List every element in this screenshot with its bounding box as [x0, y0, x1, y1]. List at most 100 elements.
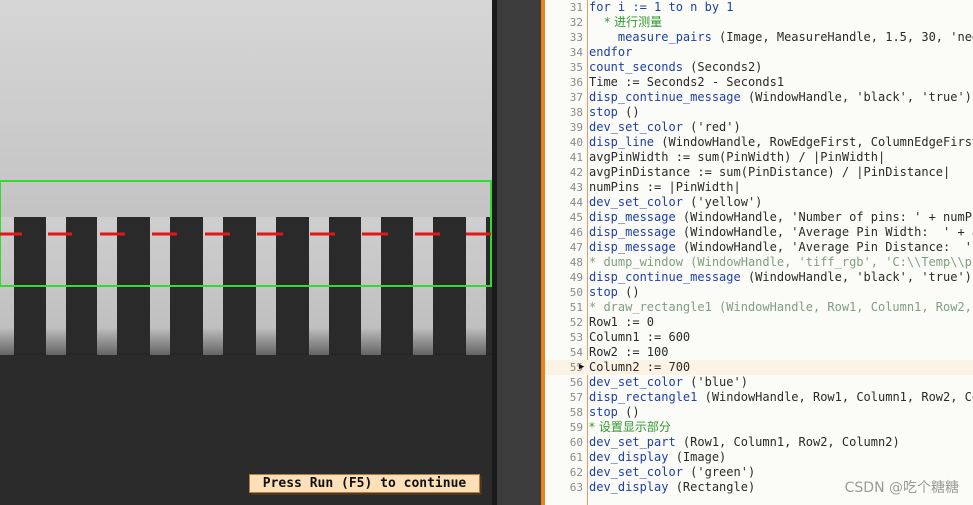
operator-token: count_seconds — [589, 60, 683, 74]
code-line[interactable]: 56 dev_set_color ('blue') — [545, 375, 973, 390]
graphics-window[interactable]: Press Run (F5) to continue — [0, 0, 492, 505]
operator-token: dev_set_color — [589, 465, 683, 479]
line-number: 41 — [569, 151, 583, 164]
code-text: Time := Seconds2 - Seconds1 — [589, 75, 785, 89]
pin-image — [0, 0, 492, 505]
code-text: dev_set_color ('blue') — [589, 375, 748, 389]
line-number: 46 — [569, 226, 583, 239]
code-line[interactable]: 43 numPins := |PinWidth| — [545, 180, 973, 195]
code-line[interactable]: 35 count_seconds (Seconds2) — [545, 60, 973, 75]
line-number: 42 — [569, 166, 583, 179]
code-text: stop () — [589, 105, 640, 119]
code-line[interactable]: 36 Time := Seconds2 - Seconds1 — [545, 75, 973, 90]
program-editor[interactable]: 31 for i := 1 to n by 1 32 * 进行测量 33 measur… — [545, 0, 973, 505]
code-line[interactable]: 33 measure_pairs (Image, MeasureHandle, … — [545, 30, 973, 45]
code-line[interactable]: 59 * 设置显示部分 — [545, 420, 973, 435]
line-number: 44 — [569, 196, 583, 209]
line-number: 54 — [569, 346, 583, 359]
code-text: Row2 := 100 — [589, 345, 669, 359]
code-line[interactable]: 50 stop () — [545, 285, 973, 300]
code-line[interactable]: 40 disp_line (WindowHandle, RowEdgeFirst,… — [545, 135, 973, 150]
line-number: 38 — [569, 106, 583, 119]
code-line[interactable]: 37 disp_continue_message (WindowHandle, '… — [545, 90, 973, 105]
program-counter-icon: ▶ — [579, 362, 585, 372]
code-text: disp_continue_message (WindowHandle, 'bl… — [589, 90, 972, 104]
line-number: 40 — [569, 136, 583, 149]
operator-token: stop — [589, 105, 618, 119]
line-number: 53 — [569, 331, 583, 344]
code-line[interactable]: 49 disp_continue_message (WindowHandle, '… — [545, 270, 973, 285]
code-text: dev_display (Image) — [589, 450, 727, 464]
line-number: 60 — [569, 436, 583, 449]
code-text: disp_message (WindowHandle, 'Number of p… — [589, 210, 973, 224]
line-number: 52 — [569, 316, 583, 329]
operator-token: disp_line — [589, 135, 655, 149]
code-line[interactable]: 57 disp_rectangle1 (WindowHandle, Row1, C… — [545, 390, 973, 405]
operator-token: disp_continue_message — [589, 270, 741, 284]
code-line[interactable]: 44 dev_set_color ('yellow') — [545, 195, 973, 210]
code-line[interactable]: 47 disp_message (WindowHandle, 'Average P… — [545, 240, 973, 255]
code-text: stop () — [589, 285, 640, 299]
line-number: 57 — [569, 391, 583, 404]
code-text: dev_set_color ('green') — [589, 465, 756, 479]
code-line[interactable]: 31 for i := 1 to n by 1 — [545, 0, 973, 15]
code-line[interactable]: 38 stop () — [545, 105, 973, 120]
line-number: 63 — [569, 481, 583, 494]
code-line[interactable]: 42 avgPinDistance := sum(PinDistance) / |… — [545, 165, 973, 180]
operator-token: dev_display — [589, 480, 669, 494]
operator-token: measure_pairs — [617, 30, 712, 44]
code-line[interactable]: 46 disp_message (WindowHandle, 'Average P… — [545, 225, 973, 240]
code-text: disp_continue_message (WindowHandle, 'bl… — [589, 270, 972, 284]
line-number: 50 — [569, 286, 583, 299]
operator-token: dev_set_color — [589, 195, 683, 209]
code-text: numPins := |PinWidth| — [589, 180, 741, 194]
watermark: CSDN @吃个糖糖 — [844, 480, 959, 496]
code-text: endfor — [589, 45, 632, 60]
line-number: 37 — [569, 91, 583, 104]
code-text: disp_message (WindowHandle, 'Average Pin… — [589, 240, 973, 254]
code-text: * 进行测量 — [604, 15, 663, 29]
code-text: dev_set_color ('red') — [589, 120, 741, 134]
operator-token: dev_set_color — [589, 375, 683, 389]
code-line[interactable]: 58 stop () — [545, 405, 973, 420]
line-number: 48 — [569, 256, 583, 269]
line-number: 31 — [569, 1, 583, 14]
operator-token: dev_set_part — [589, 435, 676, 449]
code-line[interactable]: 48 * dump_window (WindowHandle, 'tiff_rgb… — [545, 255, 973, 270]
line-number: 45 — [569, 211, 583, 224]
operator-token: dev_display — [589, 450, 669, 464]
code-line[interactable]: 51 * draw_rectangle1 (WindowHandle, Row1,… — [545, 300, 973, 315]
line-number: 47 — [569, 241, 583, 254]
code-line[interactable]: 34 endfor — [545, 45, 973, 60]
operator-token: stop — [589, 285, 618, 299]
code-text: stop () — [589, 405, 640, 419]
code-text: count_seconds (Seconds2) — [589, 60, 763, 74]
code-text: for i := 1 to n by 1 — [589, 0, 734, 15]
line-number: 59 — [569, 421, 583, 434]
code-line[interactable]: 32 * 进行测量 — [545, 15, 973, 30]
code-text: dev_set_part (Row1, Column1, Row2, Colum… — [589, 435, 900, 449]
operator-token: disp_continue_message — [589, 90, 741, 104]
line-number: 35 — [569, 61, 583, 74]
code-line[interactable]: 53 Column1 := 600 — [545, 330, 973, 345]
code-text: disp_line (WindowHandle, RowEdgeFirst, C… — [589, 135, 973, 149]
code-line[interactable]: 54 Row2 := 100 — [545, 345, 973, 360]
operator-token: stop — [589, 405, 618, 419]
code-line[interactable]: 60 dev_set_part (Row1, Column1, Row2, Col… — [545, 435, 973, 450]
splitter[interactable] — [497, 0, 541, 505]
code-line[interactable]: 45 disp_message (WindowHandle, 'Number of… — [545, 210, 973, 225]
code-line[interactable]: 55 ▶ Column2 := 700 — [545, 360, 973, 375]
operator-token: disp_rectangle1 — [589, 390, 698, 404]
code-text: dev_set_color ('yellow') — [589, 195, 763, 209]
code-text: avgPinWidth := sum(PinWidth) / |PinWidth… — [589, 150, 886, 164]
code-text: * dump_window (WindowHandle, 'tiff_rgb',… — [589, 255, 973, 269]
code-line[interactable]: 39 dev_set_color ('red') — [545, 120, 973, 135]
code-text: dev_display (Rectangle) — [589, 480, 756, 494]
code-line[interactable]: 41 avgPinWidth := sum(PinWidth) / |PinWid… — [545, 150, 973, 165]
operator-token: dev_set_color — [589, 120, 683, 134]
operator-token: disp_message — [589, 225, 676, 239]
line-number: 51 — [569, 301, 583, 314]
code-line[interactable]: 52 Row1 := 0 — [545, 315, 973, 330]
code-text: disp_rectangle1 (WindowHandle, Row1, Col… — [589, 390, 973, 404]
code-line[interactable]: 61 dev_display (Image) — [545, 450, 973, 465]
